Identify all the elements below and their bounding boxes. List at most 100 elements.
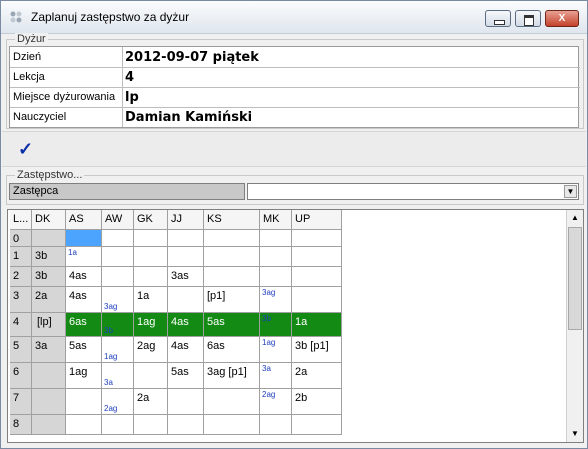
schedule-cell[interactable] xyxy=(292,230,342,247)
schedule-cell[interactable]: 2a xyxy=(292,363,342,389)
schedule-cell[interactable] xyxy=(66,389,102,415)
column-header[interactable]: AS xyxy=(66,210,102,230)
schedule-cell[interactable] xyxy=(32,389,66,415)
schedule-cell[interactable] xyxy=(204,389,260,415)
schedule-cell[interactable]: 4as xyxy=(66,267,102,287)
schedule-cell[interactable] xyxy=(204,247,260,267)
schedule-cell[interactable]: 1ag xyxy=(260,337,292,363)
schedule-cell[interactable] xyxy=(168,415,204,435)
schedule-cell[interactable] xyxy=(134,267,168,287)
schedule-cell[interactable] xyxy=(32,230,66,247)
scroll-down-icon[interactable]: ▼ xyxy=(567,426,583,442)
scroll-thumb[interactable] xyxy=(568,227,582,330)
schedule-cell[interactable]: 3ag xyxy=(260,287,292,313)
schedule-cell[interactable] xyxy=(168,389,204,415)
schedule-cell[interactable]: 3a xyxy=(260,363,292,389)
title-bar[interactable]: Zaplanuj zastępstwo za dyżur X xyxy=(1,1,587,34)
chevron-down-icon[interactable]: ▼ xyxy=(564,185,577,198)
schedule-cell[interactable] xyxy=(292,287,342,313)
schedule-cell[interactable] xyxy=(260,267,292,287)
schedule-cell[interactable] xyxy=(66,415,102,435)
schedule-cell[interactable] xyxy=(292,267,342,287)
column-header[interactable]: L... xyxy=(10,210,32,230)
row-header[interactable]: 6 xyxy=(10,363,32,389)
schedule-cell[interactable]: 5as xyxy=(168,363,204,389)
schedule-cell[interactable]: 3b xyxy=(32,267,66,287)
schedule-cell[interactable] xyxy=(204,230,260,247)
schedule-cell[interactable] xyxy=(292,415,342,435)
schedule-cell[interactable]: 3as xyxy=(168,267,204,287)
zastepca-dropdown[interactable]: ▼ xyxy=(247,183,579,200)
row-header[interactable]: 3 xyxy=(10,287,32,313)
row-header[interactable]: 0 xyxy=(10,230,32,247)
schedule-cell[interactable]: 2a xyxy=(134,389,168,415)
schedule-cell[interactable]: 4as xyxy=(168,313,204,337)
schedule-cell[interactable]: 1a xyxy=(134,287,168,313)
schedule-cell[interactable] xyxy=(134,230,168,247)
schedule-cell[interactable]: 2ag xyxy=(134,337,168,363)
schedule-cell[interactable]: 3a xyxy=(32,337,66,363)
row-header[interactable]: 7 xyxy=(10,389,32,415)
vertical-scrollbar[interactable]: ▲ ▼ xyxy=(566,210,583,442)
schedule-cell[interactable]: 5as xyxy=(204,313,260,337)
schedule-cell[interactable]: 6as xyxy=(204,337,260,363)
schedule-cell[interactable] xyxy=(260,247,292,267)
schedule-cell[interactable]: 1ag xyxy=(134,313,168,337)
scroll-up-icon[interactable]: ▲ xyxy=(567,210,583,226)
schedule-cell[interactable]: 2ag xyxy=(102,389,134,415)
schedule-cell[interactable] xyxy=(134,247,168,267)
schedule-cell[interactable]: 1a xyxy=(292,313,342,337)
schedule-cell[interactable] xyxy=(168,230,204,247)
schedule-cell[interactable] xyxy=(204,415,260,435)
schedule-cell[interactable]: 2ag xyxy=(260,389,292,415)
schedule-cell[interactable] xyxy=(134,415,168,435)
row-header[interactable]: 8 xyxy=(10,415,32,435)
schedule-cell[interactable]: 3b xyxy=(260,313,292,337)
row-header[interactable]: 1 xyxy=(10,247,32,267)
schedule-cell[interactable] xyxy=(102,230,134,247)
schedule-cell[interactable]: 3ag xyxy=(102,287,134,313)
row-header[interactable]: 4 xyxy=(10,313,32,337)
row-header[interactable]: 5 xyxy=(10,337,32,363)
column-header[interactable]: KS xyxy=(204,210,260,230)
schedule-cell[interactable]: 3a xyxy=(102,363,134,389)
schedule-cell[interactable]: 1ag xyxy=(102,337,134,363)
schedule-cell[interactable]: 4as xyxy=(168,337,204,363)
minimize-button[interactable] xyxy=(485,10,511,27)
column-header[interactable]: UP xyxy=(292,210,342,230)
schedule-cell[interactable]: 4as xyxy=(66,287,102,313)
schedule-cell[interactable] xyxy=(204,267,260,287)
schedule-cell[interactable] xyxy=(102,267,134,287)
schedule-cell[interactable] xyxy=(260,230,292,247)
schedule-cell[interactable]: 3b xyxy=(102,313,134,337)
schedule-cell[interactable] xyxy=(260,415,292,435)
schedule-cell[interactable]: 3b [p1] xyxy=(292,337,342,363)
schedule-cell[interactable] xyxy=(168,247,204,267)
schedule-cell[interactable]: 2a xyxy=(32,287,66,313)
column-header[interactable]: GK xyxy=(134,210,168,230)
column-header[interactable]: AW xyxy=(102,210,134,230)
checkmark-icon[interactable]: ✓ xyxy=(18,139,33,160)
schedule-cell[interactable] xyxy=(134,363,168,389)
close-button[interactable]: X xyxy=(545,10,579,27)
schedule-cell[interactable]: 1ag xyxy=(66,363,102,389)
schedule-cell[interactable]: 3b xyxy=(32,247,66,267)
column-header[interactable]: DK xyxy=(32,210,66,230)
schedule-cell[interactable]: [p1] xyxy=(204,287,260,313)
schedule-cell[interactable]: 3ag [p1] xyxy=(204,363,260,389)
column-header[interactable]: MK xyxy=(260,210,292,230)
maximize-button[interactable] xyxy=(515,10,541,27)
schedule-cell[interactable] xyxy=(292,247,342,267)
schedule-cell[interactable] xyxy=(102,415,134,435)
schedule-cell[interactable]: [lp] xyxy=(32,313,66,337)
schedule-cell[interactable] xyxy=(102,247,134,267)
schedule-cell[interactable]: 2b xyxy=(292,389,342,415)
row-header[interactable]: 2 xyxy=(10,267,32,287)
column-header[interactable]: JJ xyxy=(168,210,204,230)
schedule-cell[interactable]: 1a xyxy=(66,247,102,267)
schedule-cell[interactable] xyxy=(66,230,102,247)
schedule-cell[interactable] xyxy=(168,287,204,313)
schedule-cell[interactable] xyxy=(32,363,66,389)
schedule-cell[interactable]: 5as xyxy=(66,337,102,363)
schedule-cell[interactable] xyxy=(32,415,66,435)
